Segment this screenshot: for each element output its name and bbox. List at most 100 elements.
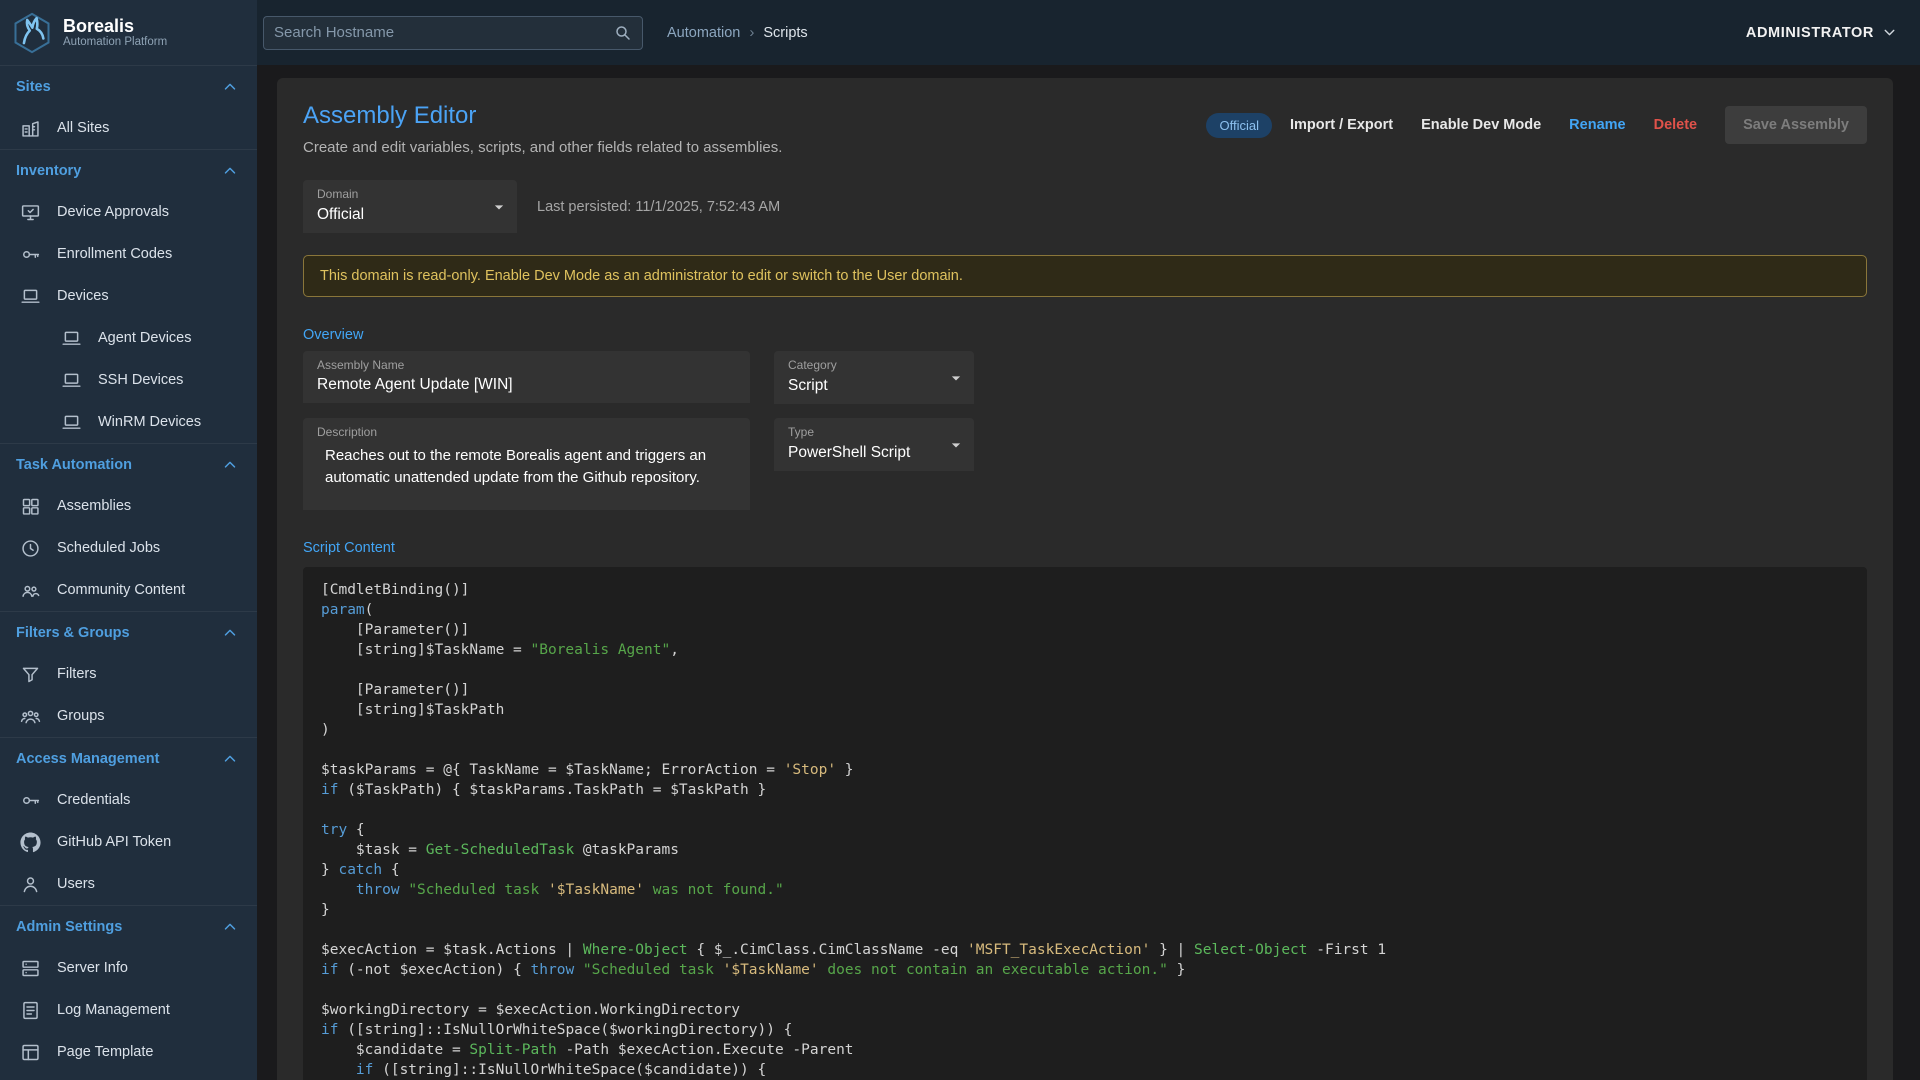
sidebar-item-log-management[interactable]: Log Management	[0, 989, 257, 1031]
sidebar-section-inventory[interactable]: Inventory	[0, 149, 257, 191]
sidebar-section-label: Admin Settings	[16, 919, 122, 935]
breadcrumb-automation[interactable]: Automation	[667, 25, 740, 41]
laptop-icon	[20, 285, 42, 307]
code-line: [Parameter()]	[321, 680, 1849, 700]
sidebar-item-label: WinRM Devices	[98, 414, 201, 430]
domain-select-label: Domain	[317, 187, 358, 201]
sidebar-item-enrollment-codes[interactable]: Enrollment Codes	[0, 233, 257, 275]
sidebar-item-page-template[interactable]: Page Template	[0, 1031, 257, 1073]
code-line: param(	[321, 600, 1849, 620]
sidebar-item-device-approvals[interactable]: Device Approvals	[0, 191, 257, 233]
description-field[interactable]: Description Reaches out to the remote Bo…	[303, 418, 750, 510]
brand-name: Borealis	[63, 16, 167, 37]
category-select[interactable]: Category Script	[774, 351, 974, 404]
sidebar-item-label: GitHub API Token	[57, 834, 171, 850]
category-select-label: Category	[788, 358, 837, 372]
code-line: [Parameter()]	[321, 620, 1849, 640]
search-box	[263, 16, 643, 50]
code-line: )	[321, 720, 1849, 740]
page-icon	[20, 1041, 42, 1063]
page-subtitle: Create and edit variables, scripts, and …	[303, 139, 782, 156]
chevron-down-icon	[946, 368, 966, 388]
sidebar-item-label: Groups	[57, 708, 105, 724]
overview-form: Assembly Name Remote Agent Update [WIN] …	[303, 351, 1867, 510]
code-line: if ([string]::IsNullOrWhiteSpace($workin…	[321, 1020, 1849, 1040]
sidebar-item-label: Enrollment Codes	[57, 246, 172, 262]
sidebar-item-users[interactable]: Users	[0, 863, 257, 905]
sidebar-section-filters-groups[interactable]: Filters & Groups	[0, 611, 257, 653]
sidebar-item-agent-devices[interactable]: Agent Devices	[0, 317, 257, 359]
sidebar-item-credentials[interactable]: Credentials	[0, 779, 257, 821]
sidebar: SitesAll SitesInventoryDevice Approvals E…	[0, 65, 257, 1080]
building-icon	[20, 117, 42, 139]
filter-icon	[20, 663, 42, 685]
sidebar-item-winrm-devices[interactable]: WinRM Devices	[0, 401, 257, 443]
category-select-value: Script	[788, 377, 828, 395]
overview-section-label: Overview	[303, 327, 1867, 343]
laptop-icon	[61, 369, 83, 391]
code-line	[321, 800, 1849, 820]
code-line	[321, 920, 1849, 940]
chevron-up-icon	[221, 162, 239, 180]
sidebar-item-github-api-token[interactable]: GitHub API Token	[0, 821, 257, 863]
domain-select[interactable]: Domain Official	[303, 180, 517, 233]
code-line: if ([string]::IsNullOrWhiteSpace($candid…	[321, 1060, 1849, 1080]
description-label: Description	[317, 425, 377, 439]
sidebar-item-label: Page Template	[57, 1044, 153, 1060]
chevron-up-icon	[221, 750, 239, 768]
sidebar-item-devices[interactable]: Devices	[0, 275, 257, 317]
sidebar-item-server-info[interactable]: Server Info	[0, 947, 257, 989]
key-icon	[20, 789, 42, 811]
script-content-section-label: Script Content	[303, 540, 1867, 556]
code-line: [CmdletBinding()]	[321, 580, 1849, 600]
sidebar-item-community-content[interactable]: Community Content	[0, 569, 257, 611]
brand: Borealis Automation Platform	[0, 0, 257, 65]
sidebar-item-filters[interactable]: Filters	[0, 653, 257, 695]
sidebar-section-label: Access Management	[16, 751, 159, 767]
import-export-button[interactable]: Import / Export	[1280, 109, 1403, 141]
sidebar-item-label: Log Management	[57, 1002, 170, 1018]
sidebar-item-ssh-devices[interactable]: SSH Devices	[0, 359, 257, 401]
page-title: Assembly Editor	[303, 102, 782, 130]
code-line: $execAction = $task.Actions | Where-Obje…	[321, 940, 1849, 960]
sidebar-item-scheduled-jobs[interactable]: Scheduled Jobs	[0, 527, 257, 569]
script-editor[interactable]: [CmdletBinding()]param( [Parameter()] [s…	[303, 567, 1867, 1080]
delete-button[interactable]: Delete	[1644, 109, 1708, 141]
sidebar-item-assemblies[interactable]: Assemblies	[0, 485, 257, 527]
sidebar-item-label: Agent Devices	[98, 330, 192, 346]
code-line: [string]$TaskPath	[321, 700, 1849, 720]
sidebar-section-access-management[interactable]: Access Management	[0, 737, 257, 779]
grid-icon	[20, 495, 42, 517]
enable-dev-mode-button[interactable]: Enable Dev Mode	[1411, 109, 1551, 141]
save-assembly-button[interactable]: Save Assembly	[1725, 106, 1867, 144]
chevron-up-icon	[221, 78, 239, 96]
code-line: if (-not $execAction) { throw "Scheduled…	[321, 960, 1849, 980]
laptop-icon	[61, 411, 83, 433]
rename-button[interactable]: Rename	[1559, 109, 1635, 141]
code-line: $workingDirectory = $execAction.WorkingD…	[321, 1000, 1849, 1020]
sidebar-item-label: Scheduled Jobs	[57, 540, 160, 556]
assembly-name-label: Assembly Name	[317, 358, 404, 372]
sidebar-section-label: Task Automation	[16, 457, 132, 473]
sidebar-section-sites[interactable]: Sites	[0, 65, 257, 107]
sidebar-section-admin-settings[interactable]: Admin Settings	[0, 905, 257, 947]
chevron-up-icon	[221, 918, 239, 936]
code-line: }	[321, 900, 1849, 920]
sidebar-item-all-sites[interactable]: All Sites	[0, 107, 257, 149]
code-line: [string]$TaskName = "Borealis Agent",	[321, 640, 1849, 660]
assembly-name-value: Remote Agent Update [WIN]	[317, 376, 513, 394]
chevron-up-icon	[221, 456, 239, 474]
sidebar-item-groups[interactable]: Groups	[0, 695, 257, 737]
groups-icon	[20, 705, 42, 727]
assembly-name-field[interactable]: Assembly Name Remote Agent Update [WIN]	[303, 351, 750, 403]
sidebar-section-task-automation[interactable]: Task Automation	[0, 443, 257, 485]
editor-actions: Official Import / Export Enable Dev Mode…	[1206, 106, 1867, 144]
community-icon	[20, 579, 42, 601]
brand-subtitle: Automation Platform	[63, 36, 167, 49]
search-input[interactable]	[274, 24, 614, 41]
code-line: } catch {	[321, 860, 1849, 880]
last-persisted-text: Last persisted: 11/1/2025, 7:52:43 AM	[537, 199, 780, 215]
type-select[interactable]: Type PowerShell Script	[774, 418, 974, 471]
sidebar-item-label: Filters	[57, 666, 96, 682]
user-menu[interactable]: ADMINISTRATOR	[1746, 24, 1898, 41]
